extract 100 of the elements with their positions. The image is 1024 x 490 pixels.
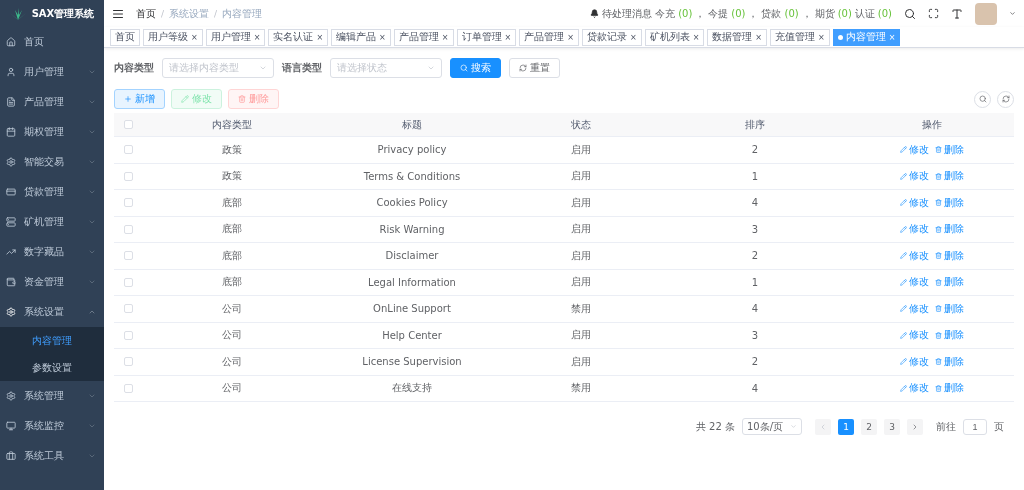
search-icon (978, 95, 987, 103)
tab[interactable]: 编辑产品 × (331, 28, 391, 46)
checkbox[interactable] (124, 171, 133, 181)
filter-label: 内容类型 (114, 61, 154, 75)
page-button[interactable]: 1 (838, 418, 854, 435)
reset-button[interactable]: 重置 (509, 58, 560, 78)
breadcrumb-item[interactable]: 首页 (136, 6, 156, 21)
checkbox[interactable] (124, 145, 133, 155)
page-button[interactable]: 3 (884, 418, 900, 435)
refresh-button[interactable] (997, 90, 1014, 108)
menu-icon[interactable] (112, 7, 124, 20)
tab[interactable]: 用户等级 × (143, 28, 203, 46)
submenu-item[interactable]: 参数设置 (0, 354, 104, 381)
table-cell-text: 3 (750, 329, 760, 341)
menu-item[interactable]: 期权管理 (0, 117, 104, 147)
tab[interactable]: 订单管理 × (456, 28, 517, 46)
chevron-up-icon (88, 308, 96, 316)
submenu-item[interactable]: 内容管理 (0, 327, 104, 354)
edit-link[interactable]: 修改 (900, 381, 929, 396)
tab[interactable]: 产品管理 × (519, 28, 579, 46)
wallet-icon (6, 277, 16, 287)
delete-link[interactable]: 删除 (935, 222, 964, 237)
page-input[interactable]: 1 (963, 418, 987, 435)
next-page-button[interactable] (907, 418, 923, 435)
caret-icon[interactable] (1009, 10, 1016, 17)
checkbox[interactable] (124, 383, 133, 393)
edit-link[interactable]: 修改 (900, 169, 929, 184)
plus-icon (124, 95, 132, 103)
menu-item[interactable]: 智能交易 (0, 147, 104, 177)
pencil-icon (900, 225, 907, 233)
page-size-select[interactable]: 10条/页 (742, 418, 802, 435)
tab[interactable]: 矿机列表 × (644, 28, 705, 46)
delete-link[interactable]: 删除 (935, 275, 964, 290)
menu-item[interactable]: 产品管理 (0, 87, 104, 117)
checkbox[interactable] (124, 120, 133, 129)
delete-link[interactable]: 删除 (935, 301, 964, 316)
menu-item[interactable]: 首页 (0, 27, 104, 57)
fullscreen-icon[interactable] (928, 8, 939, 19)
chevron-down-icon (88, 452, 96, 460)
menu-item[interactable]: 系统设置 (0, 297, 104, 327)
delete-link[interactable]: 删除 (935, 195, 964, 210)
column-header: 内容类型 (211, 117, 253, 132)
checkbox[interactable] (124, 357, 133, 367)
tab[interactable]: 用户管理 × (205, 28, 266, 46)
edit-link[interactable]: 修改 (900, 354, 929, 369)
menu-item[interactable]: 用户管理 (0, 57, 104, 87)
menu-item[interactable]: 数字藏品 (0, 237, 104, 267)
tab[interactable]: 实名认证 × (268, 28, 329, 46)
edit-link[interactable]: 修改 (900, 142, 929, 157)
menu-item[interactable]: 系统监控 (0, 411, 104, 441)
edit-link[interactable]: 修改 (900, 248, 929, 263)
house-icon (6, 37, 16, 47)
menu-item[interactable]: 资金管理 (0, 267, 104, 297)
tab[interactable]: 贷款记录 × (581, 28, 642, 46)
checkbox[interactable] (124, 198, 133, 208)
menu-item[interactable]: 贷款管理 (0, 177, 104, 207)
brand-title: SAX管理系统 (31, 6, 95, 21)
menu-item[interactable]: 系统管理 (0, 381, 104, 411)
gear-icon (6, 391, 16, 401)
edit-link[interactable]: 修改 (900, 222, 929, 237)
menu-item[interactable]: 系统工具 (0, 441, 104, 471)
table-cell-text: 公司 (221, 328, 243, 343)
chevron-down-icon (259, 64, 267, 72)
checkbox[interactable] (124, 224, 133, 234)
checkbox[interactable] (124, 277, 133, 287)
search-icon[interactable] (904, 7, 916, 20)
delete-link[interactable]: 删除 (935, 248, 964, 263)
chevron-down-icon (88, 68, 96, 76)
delete-link[interactable]: 删除 (935, 354, 964, 369)
table-cell-text: 底部 (221, 222, 243, 237)
pencil-icon (900, 358, 907, 366)
search-button[interactable]: 搜索 (450, 58, 501, 78)
edit-link[interactable]: 修改 (900, 301, 929, 316)
table-cell-text: Disclaimer (384, 250, 440, 262)
checkbox[interactable] (124, 330, 133, 340)
delete-link[interactable]: 删除 (935, 328, 964, 343)
edit-link[interactable]: 修改 (900, 195, 929, 210)
delete-link[interactable]: 删除 (935, 381, 964, 396)
chevron-down-icon (88, 188, 96, 196)
page-button[interactable]: 2 (861, 418, 877, 435)
edit-link[interactable]: 修改 (900, 328, 929, 343)
edit-link[interactable]: 修改 (900, 275, 929, 290)
checkbox[interactable] (124, 304, 133, 314)
text-size-icon[interactable] (951, 7, 963, 20)
tab[interactable]: 充值管理 × (770, 28, 830, 46)
search-toggle-button[interactable] (974, 90, 991, 108)
briefcase-icon (6, 451, 16, 461)
checkbox[interactable] (124, 251, 133, 261)
notice-separator: ， (695, 6, 706, 21)
tab[interactable]: 产品管理 × (393, 28, 454, 46)
delete-link[interactable]: 删除 (935, 169, 964, 184)
table-cell-text: 启用 (570, 354, 592, 369)
delete-link[interactable]: 删除 (935, 142, 964, 157)
avatar[interactable] (975, 2, 997, 25)
tab[interactable]: 首页 (110, 28, 140, 46)
prev-page-button[interactable] (815, 418, 831, 435)
trash-icon (935, 305, 942, 313)
tab[interactable]: 数据管理 × (707, 28, 768, 46)
trash-icon (935, 358, 942, 366)
menu-item[interactable]: 矿机管理 (0, 207, 104, 237)
